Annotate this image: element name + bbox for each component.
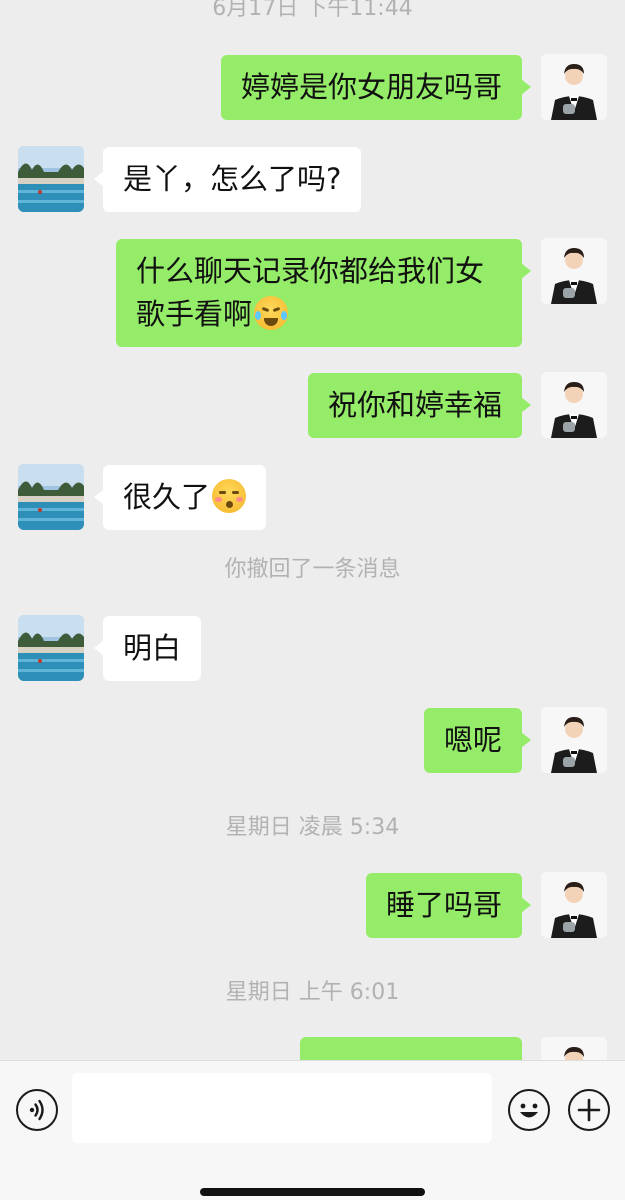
message-bubble[interactable]: 睡了吗哥 — [365, 873, 532, 938]
avatar[interactable] — [18, 146, 84, 212]
message-bubble[interactable]: 祝你和婷幸福 — [307, 373, 532, 438]
avatar[interactable] — [18, 615, 84, 681]
message-input[interactable] — [72, 1073, 492, 1143]
message-bubble[interactable]: 嗯呢 — [423, 708, 532, 773]
message-bubble[interactable]: 什么聊天记录你都给我们女歌手看啊 — [116, 239, 531, 347]
plus-icon[interactable] — [568, 1089, 610, 1131]
crying-laughing-emoji-icon — [254, 296, 289, 330]
avatar[interactable] — [541, 238, 607, 304]
input-bar — [0, 1060, 625, 1200]
message-row — [0, 1037, 625, 1060]
voice-icon[interactable] — [16, 1089, 58, 1131]
emoji-icon[interactable] — [508, 1089, 550, 1131]
message-text: 什么聊天记录你都给我们女歌手看啊 — [136, 254, 485, 331]
avatar[interactable] — [541, 372, 607, 438]
message-row: 婷婷是你女朋友吗哥 — [0, 54, 625, 122]
message-bubble[interactable]: 明白 — [93, 616, 202, 681]
message-bubble[interactable]: 是丫，怎么了吗? — [93, 147, 362, 212]
message-row: 很久了 — [0, 464, 625, 532]
avatar[interactable] — [541, 54, 607, 120]
avatar[interactable] — [18, 464, 84, 530]
timestamp: 星期日 凌晨 5:34 — [225, 815, 400, 840]
message-row: 明白 — [0, 615, 625, 683]
chat-area[interactable]: 6月17日 下午11:44 婷婷是你女朋友吗哥 是丫，怎么了吗? 什么聊天记录你… — [0, 0, 625, 1060]
message-bubble[interactable] — [300, 1037, 522, 1060]
avatar[interactable] — [541, 707, 607, 773]
message-bubble[interactable]: 婷婷是你女朋友吗哥 — [220, 55, 532, 120]
message-row: 嗯呢 — [0, 707, 625, 775]
message-row: 祝你和婷幸福 — [0, 372, 625, 440]
timestamp: 星期日 上午 6:01 — [225, 980, 400, 1005]
message-text: 很久了 — [123, 480, 211, 514]
recall-notice: 你撤回了一条消息 — [224, 557, 401, 582]
avatar[interactable] — [541, 872, 607, 938]
message-bubble[interactable]: 很久了 — [93, 465, 267, 530]
kissing-closed-eyes-emoji-icon — [212, 479, 247, 513]
message-row: 睡了吗哥 — [0, 872, 625, 940]
home-indicator — [200, 1188, 425, 1196]
timestamp: 6月17日 下午11:44 — [212, 0, 413, 21]
message-row: 是丫，怎么了吗? — [0, 146, 625, 214]
message-row: 什么聊天记录你都给我们女歌手看啊 — [0, 238, 625, 348]
avatar[interactable] — [541, 1037, 607, 1060]
